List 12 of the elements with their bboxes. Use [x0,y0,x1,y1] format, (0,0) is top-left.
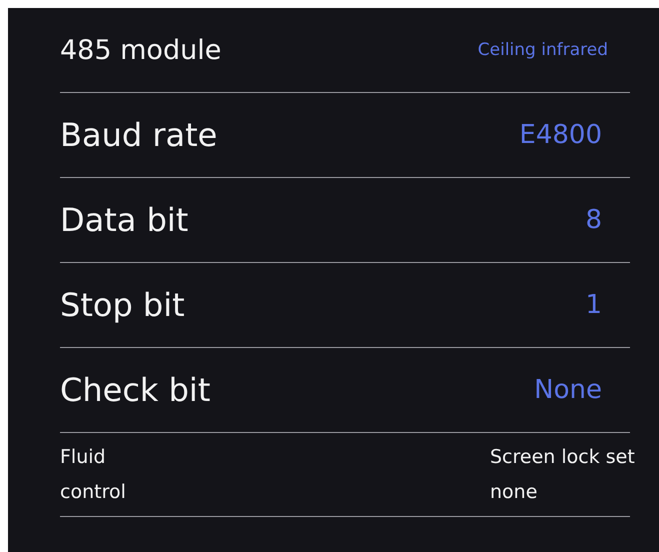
setting-label: Stop bit [60,286,185,324]
setting-value[interactable]: Ceiling infrared [478,40,630,60]
setting-value: Screen lock set none [490,445,636,504]
setting-label: Data bit [60,201,188,239]
setting-label: Baud rate [60,116,218,154]
setting-value[interactable]: E4800 [519,120,630,150]
setting-value[interactable]: None [534,375,630,405]
setting-value[interactable]: 8 [585,205,630,235]
setting-label: Check bit [60,371,210,409]
setting-label: Fluid control [60,445,127,504]
setting-value[interactable]: 1 [585,290,630,320]
setting-label: 485 module [60,34,222,66]
